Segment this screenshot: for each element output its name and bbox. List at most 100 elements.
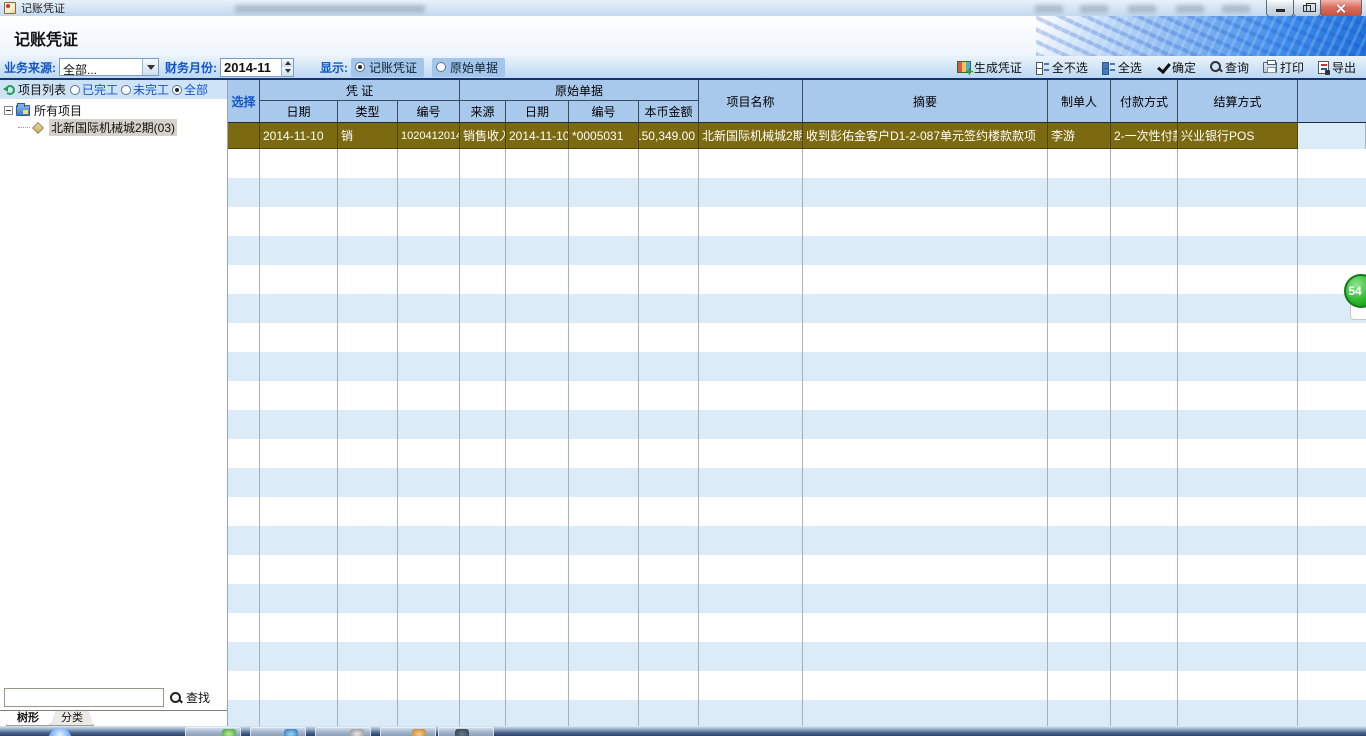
column-header-voucher-type[interactable]: 类型 [338, 101, 398, 122]
cell-amount[interactable]: 150,349.00 [639, 123, 699, 149]
fiscal-month-label: 财务月份: [165, 59, 217, 76]
floating-badge[interactable]: 54 [1340, 272, 1366, 324]
cell-doc-date[interactable]: 2014-11-10 [506, 123, 569, 149]
taskbar-app-icon [455, 729, 469, 736]
tree-node-label: 所有项目 [34, 102, 82, 119]
sidebar-tabs: 树形 分类 [0, 710, 227, 726]
column-header-preparer[interactable]: 制单人 [1048, 80, 1111, 122]
column-header-voucher-date[interactable]: 日期 [260, 101, 338, 122]
grid-column-line [639, 149, 699, 726]
refresh-icon[interactable] [5, 85, 15, 95]
query-button[interactable]: 查询 [1204, 57, 1255, 78]
cell-voucher-no[interactable]: 10204120140 [398, 123, 460, 149]
cell-voucher-date[interactable]: 2014-11-10 [260, 123, 338, 149]
table-header: 选择 凭 证 原始单据 日期 类型 编号 来源 日期 编号 本币金额 项目名称 … [228, 80, 1366, 123]
app-window: 记账凭证 记账凭证 业务来源: 全部... 财务月份: 2014-11 [0, 0, 1366, 736]
filter-finished[interactable]: 已完工 [70, 81, 118, 98]
folder-icon [16, 105, 30, 116]
fiscal-month-value: 2014-11 [221, 59, 281, 76]
column-header-source[interactable]: 来源 [460, 101, 506, 122]
column-header-settlement[interactable]: 结算方式 [1178, 80, 1298, 122]
cell-settlement[interactable]: 兴业银行POS [1178, 123, 1298, 149]
minimize-button[interactable] [1266, 0, 1294, 17]
grid-column-line [260, 149, 338, 726]
tab-tree[interactable]: 树形 [6, 711, 50, 726]
display-label: 显示: [320, 59, 348, 76]
button-label: 全不选 [1052, 59, 1088, 76]
table-empty-rows[interactable] [228, 149, 1366, 726]
project-sidebar: 项目列表 已完工 未完工 全部 所有项目 [0, 80, 228, 726]
column-header-amount[interactable]: 本币金额 [639, 101, 699, 122]
radio-icon [121, 85, 131, 95]
generate-voucher-button[interactable]: 生成凭证 [951, 57, 1028, 78]
tree-node-all-projects[interactable]: 所有项目 [4, 102, 227, 119]
button-label: 打印 [1280, 59, 1304, 76]
taskbar[interactable] [0, 726, 1366, 736]
generate-voucher-icon [957, 61, 971, 73]
taskbar-item[interactable] [380, 727, 436, 736]
tree-node-project[interactable]: 北新国际机械城2期(03) [18, 119, 227, 136]
start-button[interactable] [48, 728, 72, 736]
business-source-select[interactable]: 全部... [59, 58, 159, 76]
restore-button[interactable] [1293, 0, 1321, 17]
button-label: 生成凭证 [974, 59, 1022, 76]
deselect-all-icon [1036, 61, 1049, 73]
cell-summary[interactable]: 收到彭佑金客户D1-2-087单元签约楼款款项 [803, 123, 1048, 149]
cell-preparer[interactable]: 李游 [1048, 123, 1111, 149]
radio-icon [70, 85, 80, 95]
display-option-original[interactable]: 原始单据 [432, 58, 505, 77]
grid-column-line [460, 149, 506, 726]
column-header-doc-date[interactable]: 日期 [506, 101, 569, 122]
table-row[interactable]: 2014-11-10 销 10204120140 销售收入 2014-11-10… [228, 123, 1366, 149]
grid-column-line [338, 149, 398, 726]
dropdown-button[interactable] [142, 59, 158, 75]
grid-column-line [398, 149, 460, 726]
cell-voucher-type[interactable]: 销 [338, 123, 398, 149]
filter-unfinished[interactable]: 未完工 [121, 81, 169, 98]
page-header: 记账凭证 [0, 16, 1366, 56]
cell-payment[interactable]: 2-一次性付款 [1111, 123, 1178, 149]
column-header-select[interactable]: 选择 [228, 80, 260, 122]
display-option-voucher[interactable]: 记账凭证 [351, 58, 424, 77]
button-label: 查询 [1225, 59, 1249, 76]
business-source-value: 全部... [60, 59, 142, 75]
column-header-summary[interactable]: 摘要 [803, 80, 1048, 122]
close-button[interactable] [1320, 0, 1362, 17]
search-input[interactable] [4, 688, 164, 707]
cell-doc-no[interactable]: *0005031 [569, 123, 639, 149]
column-header-project[interactable]: 项目名称 [699, 80, 803, 122]
print-button[interactable]: 打印 [1257, 57, 1310, 78]
cell-source[interactable]: 销售收入 [460, 123, 506, 149]
tab-category[interactable]: 分类 [50, 711, 94, 726]
minimize-icon [1276, 9, 1285, 12]
notification-badge[interactable]: 54 [1344, 274, 1366, 308]
window-title: 记账凭证 [21, 0, 65, 16]
deselect-all-button[interactable]: 全不选 [1030, 57, 1094, 78]
filter-label: 全部 [184, 81, 208, 98]
export-button[interactable]: 导出 [1312, 57, 1362, 78]
fiscal-month-spinner[interactable]: 2014-11 [220, 58, 294, 77]
sidebar-spacer [0, 136, 227, 686]
column-header-voucher-no[interactable]: 编号 [398, 101, 460, 122]
select-all-button[interactable]: 全选 [1096, 57, 1148, 78]
display-option-label: 原始单据 [450, 59, 498, 76]
display-option-label: 记账凭证 [369, 59, 417, 76]
chevron-down-icon [147, 65, 155, 70]
collapse-icon[interactable] [4, 106, 13, 115]
radio-icon [436, 62, 446, 72]
cell-select[interactable] [228, 123, 260, 149]
column-header-doc-no[interactable]: 编号 [569, 101, 639, 122]
grid-column-line [1298, 149, 1366, 726]
spin-up-button[interactable] [282, 59, 293, 68]
filter-all[interactable]: 全部 [172, 81, 208, 98]
filter-label: 未完工 [133, 81, 169, 98]
find-button[interactable]: 查找 [170, 689, 210, 706]
cell-project[interactable]: 北新国际机械城2期(03) [699, 123, 803, 149]
decorative-banner [1036, 16, 1366, 56]
restore-icon [1303, 5, 1311, 12]
confirm-button[interactable]: 确定 [1150, 57, 1202, 78]
spin-down-button[interactable] [282, 67, 293, 76]
column-header-payment[interactable]: 付款方式 [1111, 80, 1178, 122]
taskbar-app-icon [350, 729, 364, 736]
find-label: 查找 [186, 689, 210, 706]
